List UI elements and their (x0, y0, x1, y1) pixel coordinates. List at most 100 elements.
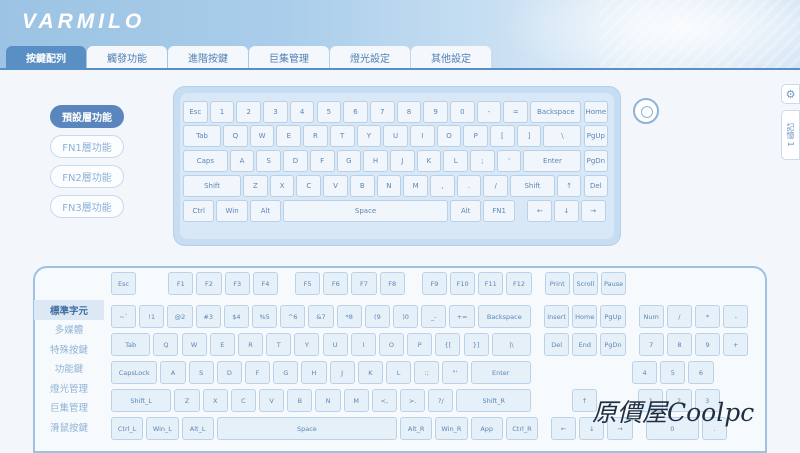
full-key-row_a-9[interactable]: L (385, 361, 412, 384)
layer-button-1[interactable]: FN1層功能 (50, 135, 124, 158)
full-key-row_a-2[interactable]: S (188, 361, 214, 384)
full-key-row_num-4[interactable]: $4 (223, 305, 249, 328)
key75-r2-9[interactable]: L (443, 150, 468, 172)
key75-r3-7[interactable]: M (403, 175, 428, 197)
full-key-row_f-11[interactable]: F11 (478, 272, 504, 295)
full-key-row_q-10[interactable]: P (407, 333, 433, 356)
key75-r3-6[interactable]: N (376, 175, 402, 197)
key75-r1-0[interactable]: Tab (183, 125, 222, 147)
full-key-row_q-12[interactable]: }] (463, 333, 489, 356)
key75-r2-3[interactable]: D (283, 150, 308, 172)
full-key-row_q-20[interactable]: + (723, 333, 749, 356)
full-key-row_num-9[interactable]: (9 (364, 305, 390, 328)
key75-r0-3[interactable]: 3 (263, 101, 288, 123)
key75-r4-4[interactable]: Alt (450, 200, 482, 222)
key75-r0-6[interactable]: 6 (343, 101, 368, 123)
full-key-row_num-1[interactable]: !1 (139, 305, 165, 328)
full-key-row_num-19[interactable]: * (695, 305, 721, 328)
full-key-row_f-6[interactable]: F6 (323, 272, 349, 295)
tab-0[interactable]: 按鍵配列 (6, 46, 86, 68)
key75-r3-10[interactable]: / (483, 175, 509, 197)
key75-r1-6[interactable]: Y (356, 125, 382, 147)
key75-r4-7[interactable]: ↓ (554, 200, 579, 222)
knob-icon[interactable] (633, 98, 659, 124)
full-key-row_ctrl-5[interactable]: Win_R (435, 417, 468, 440)
full-key-row_q-9[interactable]: O (378, 333, 405, 356)
full-key-row_f-15[interactable]: Pause (601, 272, 627, 295)
key75-r2-10[interactable]: ; (470, 150, 495, 172)
full-key-row_a-0[interactable]: CapsLock (111, 361, 158, 384)
key75-r4-5[interactable]: FN1 (483, 200, 515, 222)
full-key-row_q-7[interactable]: U (322, 333, 348, 356)
key75-r3-0[interactable]: Shift (183, 175, 242, 197)
key75-r0-13[interactable]: Backspace (530, 101, 582, 123)
full-key-row_q-8[interactable]: I (350, 333, 376, 356)
full-key-row_q-17[interactable]: 7 (638, 333, 664, 356)
full-key-row_z-8[interactable]: <, (371, 389, 398, 412)
full-key-row_num-20[interactable]: - (723, 305, 749, 328)
key75-r2-11[interactable]: ' (496, 150, 522, 172)
layer-button-0[interactable]: 預設層功能 (50, 105, 124, 128)
key75-r1-4[interactable]: R (303, 125, 328, 147)
full-key-row_num-5[interactable]: %5 (252, 305, 278, 328)
key75-r1-1[interactable]: Q (223, 125, 248, 147)
full-key-row_num-3[interactable]: #3 (195, 305, 221, 328)
full-key-row_a-11[interactable]: "' (442, 361, 468, 384)
full-key-row_a-4[interactable]: F (244, 361, 271, 384)
full-key-row_f-5[interactable]: F5 (295, 272, 321, 295)
full-key-row_q-3[interactable]: E (209, 333, 235, 356)
full-key-row_z-10[interactable]: ?/ (428, 389, 454, 412)
category-item-6[interactable]: 滑鼠按鍵 (34, 417, 104, 437)
full-key-row_z-0[interactable]: Shift_L (111, 389, 172, 412)
full-key-row_ctrl-2[interactable]: Alt_L (181, 417, 214, 440)
full-key-row_z-6[interactable]: N (315, 389, 341, 412)
full-key-row_ctrl-4[interactable]: Alt_R (400, 417, 433, 440)
full-key-row_f-10[interactable]: F10 (450, 272, 476, 295)
key75-r0-8[interactable]: 8 (396, 101, 422, 123)
full-key-row_num-16[interactable]: PgUp (600, 305, 626, 328)
category-item-2[interactable]: 特殊按鍵 (34, 339, 104, 359)
key75-r1-5[interactable]: T (329, 125, 355, 147)
full-key-row_f-2[interactable]: F2 (196, 272, 222, 295)
layer-button-3[interactable]: FN3層功能 (50, 195, 124, 218)
full-key-row_q-1[interactable]: Q (153, 333, 179, 356)
full-key-row_a-15[interactable]: 6 (688, 361, 714, 384)
tab-4[interactable]: 燈光設定 (330, 46, 410, 68)
full-key-row_ctrl-3[interactable]: Space (216, 417, 398, 440)
full-key-row_num-14[interactable]: Insert (544, 305, 570, 328)
key75-r0-0[interactable]: Esc (183, 101, 208, 123)
full-key-row_a-6[interactable]: H (301, 361, 327, 384)
full-key-row_ctrl-1[interactable]: Win_L (146, 417, 179, 440)
full-key-row_q-18[interactable]: 8 (666, 333, 692, 356)
key75-r4-3[interactable]: Space (283, 200, 448, 222)
full-key-row_q-4[interactable]: R (237, 333, 264, 356)
full-key-row_num-11[interactable]: _- (421, 305, 447, 328)
full-key-row_a-14[interactable]: 5 (660, 361, 686, 384)
key75-r0-14[interactable]: Home (583, 101, 609, 123)
key75-r2-4[interactable]: F (309, 150, 335, 172)
full-key-row_ctrl-7[interactable]: Ctrl_R (505, 417, 539, 440)
full-key-row_a-5[interactable]: G (273, 361, 299, 384)
full-key-row_num-18[interactable]: / (666, 305, 692, 328)
full-key-row_f-13[interactable]: Print (544, 272, 570, 295)
full-key-row_f-8[interactable]: F8 (379, 272, 405, 295)
category-item-3[interactable]: 功能鍵 (34, 359, 104, 379)
key75-r0-4[interactable]: 4 (289, 101, 315, 123)
key75-r2-6[interactable]: H (363, 150, 388, 172)
tab-3[interactable]: 巨集管理 (249, 46, 329, 68)
key75-r2-1[interactable]: A (229, 150, 255, 172)
full-key-row_ctrl-8[interactable]: ← (551, 417, 577, 440)
full-key-row_f-4[interactable]: F4 (252, 272, 278, 295)
key75-r2-0[interactable]: Caps (183, 150, 228, 172)
full-key-row_f-12[interactable]: F12 (506, 272, 532, 295)
key75-r0-2[interactable]: 2 (236, 101, 262, 123)
key75-r2-13[interactable]: PgDn (583, 150, 609, 172)
full-key-row_num-17[interactable]: Num (638, 305, 664, 328)
full-key-row_q-16[interactable]: PgDn (600, 333, 626, 356)
key75-r0-11[interactable]: - (476, 101, 502, 123)
key75-r1-2[interactable]: W (249, 125, 275, 147)
full-key-row_num-13[interactable]: Backspace (477, 305, 531, 328)
key75-r2-7[interactable]: J (389, 150, 415, 172)
key75-r1-12[interactable]: ] (516, 125, 542, 147)
category-item-1[interactable]: 多媒體 (34, 320, 104, 340)
